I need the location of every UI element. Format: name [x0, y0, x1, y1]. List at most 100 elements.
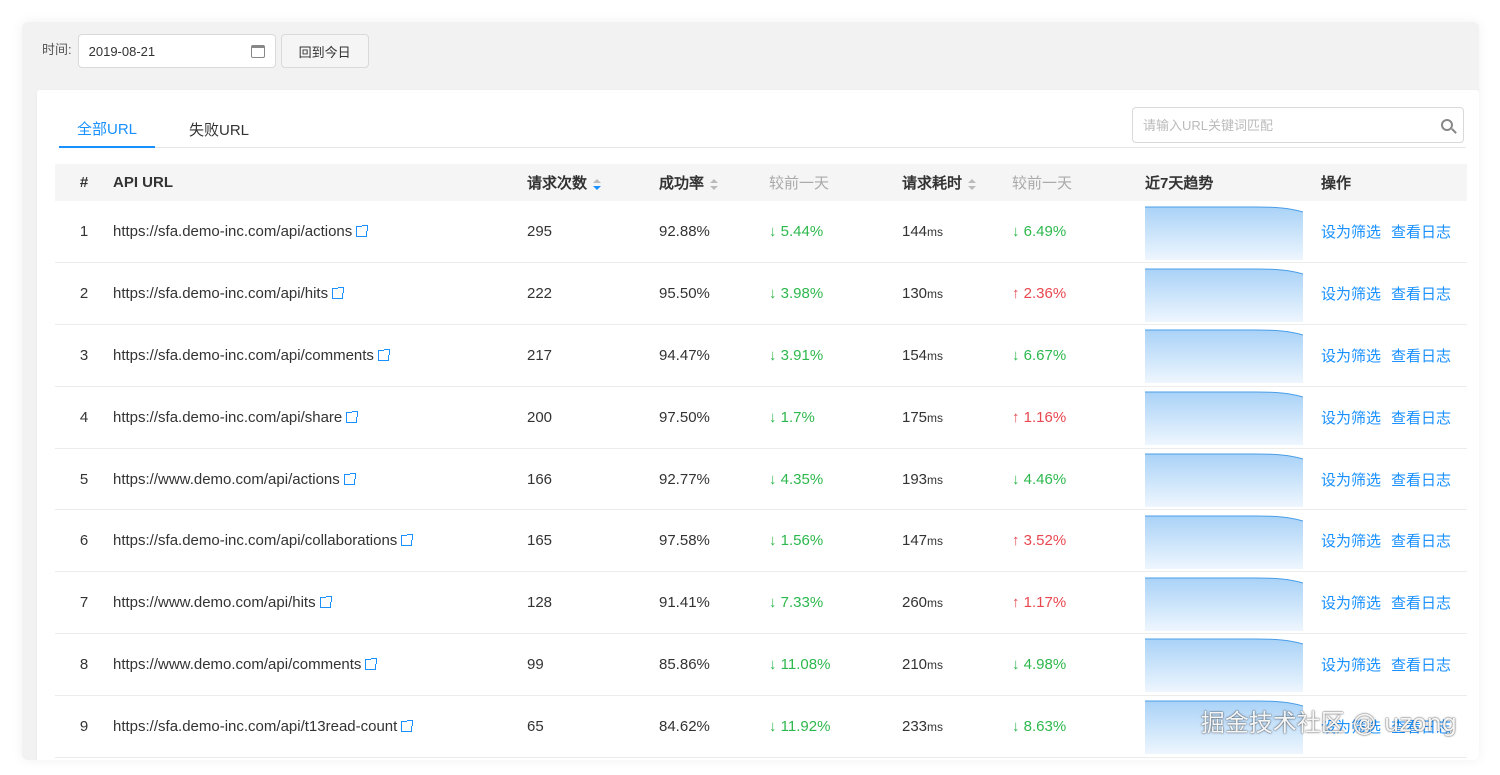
- api-url-link[interactable]: https://sfa.demo-inc.com/api/actions: [113, 223, 352, 240]
- trend-sparkline: [1145, 391, 1303, 446]
- request-time-value: 233: [902, 717, 928, 735]
- request-count: 217: [527, 346, 553, 364]
- arrow-up-icon: ↑: [1012, 408, 1020, 426]
- trend-area: [1145, 206, 1303, 260]
- time-unit: ms: [927, 657, 944, 672]
- time-unit: ms: [927, 596, 944, 611]
- time-change: ↓ 4.98%: [1012, 634, 1145, 696]
- view-log-link[interactable]: 查看日志: [1391, 533, 1451, 550]
- col-request-time-label: 请求耗时: [902, 175, 963, 192]
- external-link-icon[interactable]: [356, 225, 369, 238]
- api-url-link[interactable]: https://sfa.demo-inc.com/api/share: [113, 409, 342, 426]
- trend-cell: [1145, 263, 1321, 325]
- request-time: 233ms: [902, 695, 1012, 757]
- view-log-link[interactable]: 查看日志: [1391, 472, 1451, 489]
- external-link-icon[interactable]: [343, 472, 356, 485]
- trend-sparkline: [1145, 206, 1303, 260]
- arrow-down-icon: ↓: [769, 594, 777, 612]
- external-link-icon[interactable]: [377, 348, 390, 361]
- request-count: 200: [527, 408, 553, 426]
- trend-sparkline: [1145, 577, 1303, 631]
- trend-cell: [1145, 386, 1321, 448]
- request-time-value: 147: [902, 532, 928, 550]
- url-cell: https://sfa.demo-inc.com/api/t13read-cou…: [113, 695, 527, 757]
- actions-cell: 设为筛选 查看日志: [1321, 572, 1467, 634]
- set-filter-link[interactable]: 设为筛选: [1321, 286, 1381, 303]
- trend-sparkline: [1145, 515, 1303, 569]
- trend-area: [1145, 454, 1303, 508]
- success-rate: 92.88%: [659, 223, 710, 241]
- view-log-link[interactable]: 查看日志: [1391, 348, 1451, 365]
- set-filter-link[interactable]: 设为筛选: [1321, 410, 1381, 427]
- api-url-link[interactable]: https://sfa.demo-inc.com/api/collaborati…: [113, 532, 397, 549]
- watermark: 掘金技术社区 @ uzong: [1200, 709, 1457, 737]
- set-filter-link[interactable]: 设为筛选: [1321, 472, 1381, 489]
- view-log-link[interactable]: 查看日志: [1391, 595, 1451, 612]
- set-filter-link[interactable]: 设为筛选: [1321, 224, 1381, 241]
- external-link-icon[interactable]: [346, 410, 359, 423]
- external-link-icon[interactable]: [319, 596, 332, 609]
- calendar-icon[interactable]: [250, 44, 265, 58]
- api-url-link[interactable]: https://www.demo.com/api/comments: [113, 656, 361, 673]
- time-change-value: 8.63%: [1023, 717, 1067, 735]
- trend-area: [1145, 639, 1303, 693]
- view-log-link[interactable]: 查看日志: [1391, 286, 1451, 303]
- search-input[interactable]: [1143, 117, 1423, 133]
- rate-change: ↓ 3.98%: [769, 263, 902, 325]
- col-request-count-label: 请求次数: [527, 175, 588, 192]
- date-value: 2019-08-21: [88, 43, 156, 59]
- actions-cell: 设为筛选 查看日志: [1321, 201, 1467, 263]
- date-picker[interactable]: 2019-08-21: [77, 34, 276, 68]
- trend-area: [1145, 330, 1303, 384]
- search-icon[interactable]: [1441, 119, 1453, 131]
- rate-change-value: 5.44%: [780, 223, 824, 241]
- tab-failed-url[interactable]: 失败URL: [171, 110, 267, 148]
- tab-all-url[interactable]: 全部URL: [59, 110, 156, 148]
- url-cell: https://sfa.demo-inc.com/api/actions: [113, 201, 527, 263]
- rate-change: ↓ 4.35%: [769, 448, 902, 510]
- request-time: 210ms: [902, 634, 1012, 696]
- view-log-link[interactable]: 查看日志: [1391, 410, 1451, 427]
- col-request-count[interactable]: 请求次数: [527, 164, 659, 201]
- request-time: 130ms: [902, 263, 1012, 325]
- arrow-down-icon: ↓: [769, 285, 777, 303]
- set-filter-link[interactable]: 设为筛选: [1321, 595, 1381, 612]
- url-cell: https://www.demo.com/api/comments: [113, 634, 527, 696]
- rate-change-value: 3.91%: [780, 346, 824, 364]
- sort-icon[interactable]: [710, 178, 719, 190]
- filter-bar: 时间: 2019-08-21 回到今日: [42, 34, 369, 68]
- arrow-down-icon: ↓: [769, 346, 777, 364]
- back-to-today-button[interactable]: 回到今日: [280, 34, 369, 68]
- api-url-link[interactable]: https://sfa.demo-inc.com/api/hits: [113, 285, 328, 302]
- view-log-link[interactable]: 查看日志: [1391, 224, 1451, 241]
- request-time-value: 154: [902, 346, 928, 364]
- external-link-icon[interactable]: [365, 657, 378, 670]
- api-url-link[interactable]: https://sfa.demo-inc.com/api/comments: [113, 347, 374, 364]
- col-request-time[interactable]: 请求耗时: [902, 164, 1012, 201]
- api-url-link[interactable]: https://www.demo.com/api/hits: [113, 594, 316, 611]
- date-label: 时间:: [42, 41, 72, 57]
- sort-icon[interactable]: [593, 178, 602, 190]
- set-filter-link[interactable]: 设为筛选: [1321, 533, 1381, 550]
- external-link-icon[interactable]: [401, 719, 414, 732]
- row-index: 5: [79, 470, 89, 488]
- col-success-rate[interactable]: 成功率: [659, 164, 769, 201]
- set-filter-link[interactable]: 设为筛选: [1321, 657, 1381, 674]
- external-link-icon[interactable]: [332, 287, 345, 300]
- external-link-icon[interactable]: [401, 534, 414, 547]
- view-log-link[interactable]: 查看日志: [1391, 657, 1451, 674]
- row-index: 9: [79, 717, 89, 735]
- api-url-link[interactable]: https://www.demo.com/api/actions: [113, 471, 340, 488]
- rate-change-value: 7.33%: [780, 594, 824, 612]
- time-change: ↑ 2.36%: [1012, 263, 1145, 325]
- arrow-down-icon: ↓: [1012, 655, 1020, 673]
- set-filter-link[interactable]: 设为筛选: [1321, 348, 1381, 365]
- actions-cell: 设为筛选 查看日志: [1321, 510, 1467, 572]
- sort-icon[interactable]: [968, 178, 977, 190]
- api-url-link[interactable]: https://sfa.demo-inc.com/api/t13read-cou…: [113, 718, 397, 735]
- row-index: 3: [79, 346, 89, 364]
- arrow-down-icon: ↓: [769, 470, 777, 488]
- success-rate: 95.50%: [659, 285, 710, 303]
- time-change-value: 6.67%: [1023, 346, 1067, 364]
- request-count: 222: [527, 285, 553, 303]
